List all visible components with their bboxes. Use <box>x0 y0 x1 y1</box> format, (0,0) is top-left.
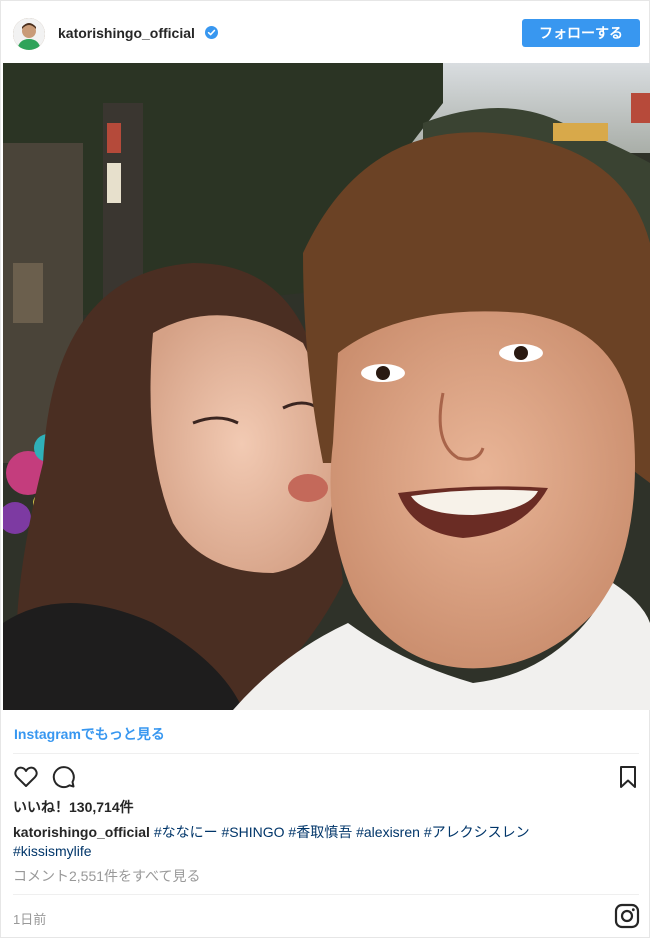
instagram-icon[interactable] <box>614 903 640 929</box>
hashtag-link[interactable]: #alexisren <box>356 824 420 840</box>
hashtag-link[interactable]: #SHINGO <box>222 824 285 840</box>
post-photo[interactable] <box>3 63 650 710</box>
view-all-comments-link[interactable]: コメント2,551件をすべて見る <box>13 866 201 886</box>
hashtag-link[interactable]: #香取慎吾 <box>288 824 352 840</box>
post-caption: katorishingo_official #ななにー #SHINGO #香取慎… <box>13 823 633 861</box>
comment-icon[interactable] <box>50 763 78 791</box>
header-username[interactable]: katorishingo_official <box>58 25 195 41</box>
hashtag-link[interactable]: #ななにー <box>154 824 218 840</box>
hashtag-link[interactable]: #kissismylife <box>13 843 92 859</box>
instagram-embed-card: katorishingo_official フォローする Instagramでも… <box>0 0 650 938</box>
like-count: いいね！130,714件 <box>13 799 134 815</box>
profile-avatar[interactable] <box>13 18 45 50</box>
heart-icon[interactable] <box>12 763 40 791</box>
post-header: katorishingo_official フォローする <box>1 1 650 63</box>
hashtag-link[interactable]: #アレクシスレン <box>424 824 530 840</box>
divider <box>13 753 639 754</box>
post-timestamp[interactable]: 1日前 <box>13 909 46 928</box>
follow-button[interactable]: フォローする <box>522 19 640 47</box>
verified-badge-icon <box>205 26 218 39</box>
view-more-on-instagram-link[interactable]: Instagramでもっと見る <box>14 724 165 744</box>
caption-username[interactable]: katorishingo_official <box>13 824 150 840</box>
divider <box>13 894 639 895</box>
bookmark-icon[interactable] <box>614 763 642 791</box>
